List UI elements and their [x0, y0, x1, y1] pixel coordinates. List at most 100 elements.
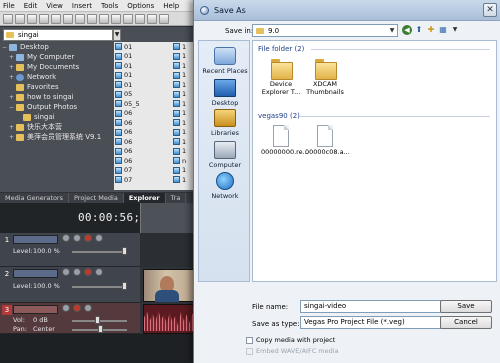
level-slider[interactable]	[72, 286, 127, 288]
toolbar-button[interactable]	[39, 13, 49, 24]
motion-icon[interactable]	[62, 268, 70, 276]
tree-item-singai[interactable]: singai	[2, 112, 110, 122]
explorer-path-combo[interactable]: singai	[3, 29, 113, 41]
toolbar-button[interactable]	[111, 13, 121, 24]
chevron-down-icon[interactable]: ▼	[387, 25, 397, 36]
file-row[interactable]: 1	[172, 61, 186, 71]
file-row[interactable]: 1	[172, 90, 186, 100]
file-row[interactable]: 1	[172, 109, 186, 119]
toolbar-button[interactable]	[99, 13, 109, 24]
up-folder-icon[interactable]: ⬆	[414, 25, 424, 35]
tab-transitions[interactable]: Tra	[166, 193, 187, 203]
track-name-field[interactable]	[13, 305, 58, 314]
toolbar-button[interactable]	[3, 13, 13, 24]
level-slider[interactable]	[72, 251, 127, 253]
motion-icon[interactable]	[62, 234, 70, 242]
menu-tools[interactable]: Tools	[101, 2, 118, 10]
file-row[interactable]: 01	[114, 52, 200, 62]
slider-thumb[interactable]	[95, 316, 100, 324]
track-name-field[interactable]	[13, 269, 58, 278]
file-row[interactable]: 1	[172, 137, 186, 147]
toolbar-button[interactable]	[159, 13, 169, 24]
file-row[interactable]: 06	[114, 128, 200, 138]
folder-item-xdcam-thumbnails[interactable]: XDCAM Thumbnails	[305, 57, 345, 96]
tree-item-output-photos[interactable]: − Output Photos	[2, 102, 110, 112]
tree-item-how-to-singai[interactable]: + how to singai	[2, 92, 110, 102]
track-name-field[interactable]	[13, 235, 58, 244]
copy-media-checkbox[interactable]	[246, 336, 253, 344]
video-track-2[interactable]: 2 Level: 100.0 %	[0, 267, 140, 303]
close-button[interactable]: ✕	[483, 3, 497, 17]
file-row[interactable]: 01	[114, 71, 200, 81]
toolbar-button[interactable]	[51, 13, 61, 24]
solo-icon[interactable]	[95, 268, 103, 276]
solo-icon[interactable]	[95, 234, 103, 242]
file-row[interactable]: 07	[114, 166, 200, 176]
place-desktop[interactable]: Desktop	[199, 79, 251, 107]
group-header-file-folder[interactable]: File folder (2)	[258, 45, 304, 53]
view-menu-icon[interactable]: ▦	[438, 25, 448, 35]
tree-item-member-system[interactable]: + 美萍会员管理系统 V9.1	[2, 132, 110, 142]
copy-media-option[interactable]: Copy media with project	[246, 336, 335, 344]
slider-thumb[interactable]	[98, 325, 103, 333]
toolbar-button[interactable]	[135, 13, 145, 24]
file-row[interactable]: 1	[172, 99, 186, 109]
mute-icon[interactable]	[84, 234, 92, 242]
tab-explorer[interactable]: Explorer	[123, 193, 166, 203]
toolbar-button[interactable]	[63, 13, 73, 24]
file-row[interactable]: 01	[114, 42, 200, 52]
file-row[interactable]: 01	[114, 80, 200, 90]
video-clip-thumbnail[interactable]	[143, 269, 200, 302]
file-row[interactable]: 1	[172, 52, 186, 62]
file-row[interactable]: 1	[172, 166, 186, 176]
menu-options[interactable]: Options	[127, 2, 154, 10]
file-row[interactable]: 1	[172, 118, 186, 128]
tree-item-network[interactable]: + Network	[2, 72, 110, 82]
chevron-down-icon[interactable]: ▼	[450, 25, 460, 35]
file-row[interactable]: 1	[172, 128, 186, 138]
tree-item-desktop[interactable]: − Desktop	[2, 42, 110, 52]
menu-view[interactable]: View	[46, 2, 63, 10]
file-row[interactable]: 1	[172, 42, 186, 52]
toolbar-button[interactable]	[27, 13, 37, 24]
fx-icon[interactable]	[62, 304, 70, 312]
menu-help[interactable]: Help	[163, 2, 179, 10]
audio-track-3[interactable]: 3 Vol: 0 dB Pan: Center	[0, 303, 140, 334]
file-row[interactable]: 06	[114, 147, 200, 157]
solo-icon[interactable]	[84, 304, 92, 312]
save-in-combo[interactable]: 9.0 ▼	[252, 24, 398, 37]
tree-item-my-computer[interactable]: + My Computer	[2, 52, 110, 62]
toolbar-button[interactable]	[15, 13, 25, 24]
file-row[interactable]: 1	[172, 175, 186, 185]
folder-item-device-explorer[interactable]: Device Explorer T...	[261, 57, 301, 96]
mute-icon[interactable]	[84, 268, 92, 276]
audio-clip-waveform[interactable]	[143, 304, 200, 334]
place-computer[interactable]: Computer	[199, 141, 251, 169]
slider-thumb[interactable]	[122, 282, 127, 290]
tree-item-favorites[interactable]: Favorites	[2, 82, 110, 92]
fx-icon[interactable]	[73, 234, 81, 242]
file-row[interactable]: 01	[114, 61, 200, 71]
place-recent-places[interactable]: Recent Places	[199, 47, 251, 75]
file-row[interactable]: 05	[114, 90, 200, 100]
toolbar-button[interactable]	[147, 13, 157, 24]
track-lane[interactable]	[140, 233, 200, 267]
menu-edit[interactable]: Edit	[24, 2, 38, 10]
toolbar-button[interactable]	[87, 13, 97, 24]
save-button[interactable]: Save	[440, 300, 492, 313]
tree-item-my-documents[interactable]: + My Documents	[2, 62, 110, 72]
file-row[interactable]: 1	[172, 80, 186, 90]
file-row[interactable]: 06	[114, 156, 200, 166]
timeline-ruler[interactable]	[140, 203, 200, 233]
chevron-down-icon[interactable]: ▼	[113, 29, 121, 41]
place-libraries[interactable]: Libraries	[199, 109, 251, 137]
group-header-vegas90[interactable]: vegas90 (2)	[258, 112, 300, 120]
menu-insert[interactable]: Insert	[72, 2, 92, 10]
file-row[interactable]: n	[172, 156, 186, 166]
video-track-1[interactable]: 1 Level: 100.0 %	[0, 233, 140, 267]
file-row[interactable]: 1	[172, 71, 186, 81]
file-row[interactable]: 06	[114, 137, 200, 147]
toolbar-button[interactable]	[123, 13, 133, 24]
file-row[interactable]: 06	[114, 109, 200, 119]
fx-icon[interactable]	[73, 268, 81, 276]
